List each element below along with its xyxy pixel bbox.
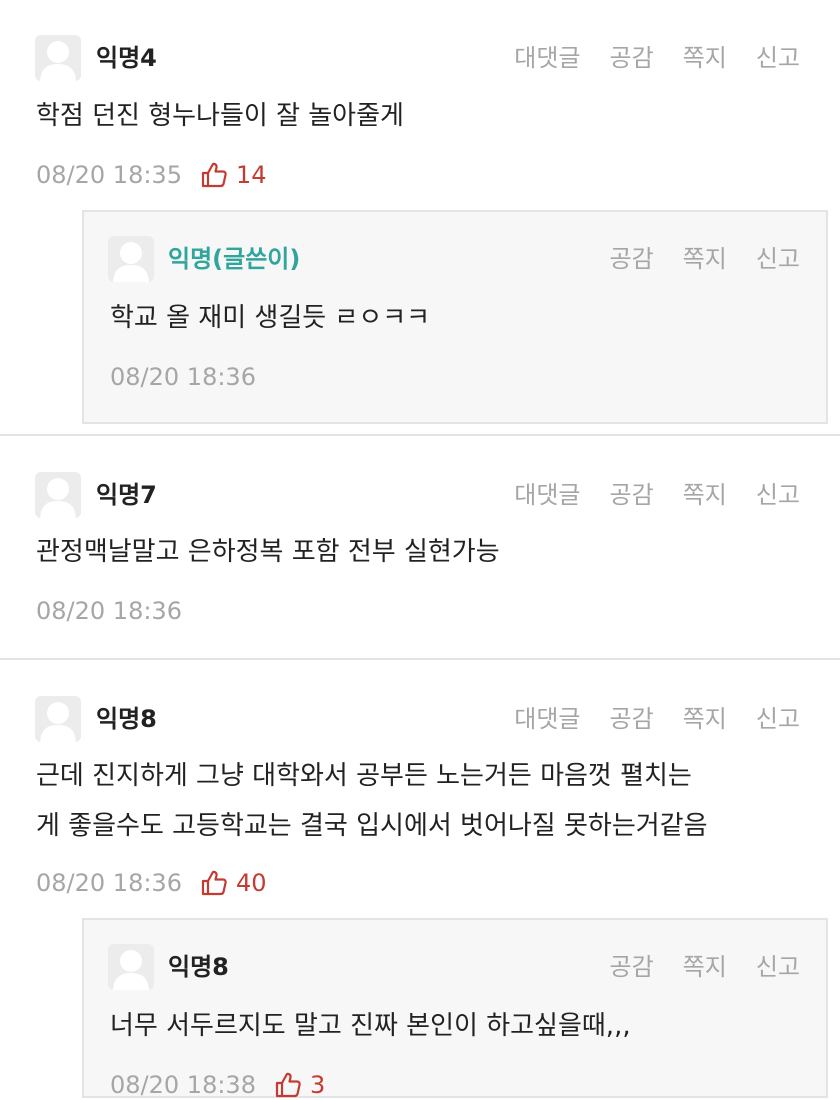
message-button[interactable]: 쪽지 — [683, 704, 727, 734]
reply-button[interactable]: 대댓글 — [514, 704, 580, 734]
comment-actions: 대댓글 공감 쪽지 신고 — [514, 43, 800, 73]
like-button[interactable]: 공감 — [609, 952, 653, 982]
reply-time: 08/20 18:38 — [110, 1071, 256, 1099]
reply-text: 너무 서두르지도 말고 진짜 본인이 하고싶을때,,, — [110, 1011, 631, 1041]
like-button[interactable]: 공감 — [609, 244, 653, 274]
user-avatar-icon — [35, 35, 81, 81]
comment-text: 학점 던진 형누나들이 잘 놀아줄게 — [36, 101, 404, 131]
comment-meta: 08/20 18:36 40 — [36, 868, 267, 898]
message-button[interactable]: 쪽지 — [683, 480, 727, 510]
comment-text-line: 게 좋을수도 고등학교는 결국 입시에서 벗어나질 못하는거같음 — [36, 811, 708, 841]
report-button[interactable]: 신고 — [756, 244, 800, 274]
reply-button[interactable]: 대댓글 — [514, 480, 580, 510]
report-button[interactable]: 신고 — [756, 952, 800, 982]
comment-time: 08/20 18:36 — [36, 869, 182, 897]
like-count[interactable]: 3 — [274, 1070, 325, 1100]
reply-actions: 공감 쪽지 신고 — [609, 952, 800, 982]
avatar[interactable] — [35, 35, 81, 81]
thumbs-up-icon — [200, 161, 228, 189]
reply-time: 08/20 18:36 — [110, 363, 256, 391]
comment-time: 08/20 18:36 — [36, 597, 182, 625]
reply-item: 익명8 공감 쪽지 신고 너무 서두르지도 말고 진짜 본인이 하고싶을때,,,… — [82, 918, 828, 1100]
reply-author[interactable]: 익명(글쓴이) — [168, 244, 300, 274]
reply-text: 학교 올 재미 생길듯 ㄹㅇㅋㅋ — [110, 303, 431, 333]
avatar[interactable] — [35, 472, 81, 518]
like-button[interactable]: 공감 — [609, 480, 653, 510]
like-button[interactable]: 공감 — [609, 43, 653, 73]
report-button[interactable]: 신고 — [756, 480, 800, 510]
reply-author[interactable]: 익명8 — [168, 952, 229, 982]
message-button[interactable]: 쪽지 — [683, 43, 727, 73]
reply-meta: 08/20 18:38 3 — [110, 1070, 325, 1100]
comment-actions: 대댓글 공감 쪽지 신고 — [514, 704, 800, 734]
report-button[interactable]: 신고 — [756, 43, 800, 73]
avatar[interactable] — [108, 236, 154, 282]
user-avatar-icon — [35, 472, 81, 518]
comment-author[interactable]: 익명7 — [96, 480, 157, 510]
like-count-value: 14 — [235, 161, 267, 189]
thumbs-up-icon — [200, 869, 228, 897]
message-button[interactable]: 쪽지 — [683, 952, 727, 982]
comment-text-line: 근데 진지하게 그냥 대학와서 공부든 노는거든 마음껏 펼치는 — [36, 761, 692, 791]
user-avatar-icon — [108, 236, 154, 282]
like-count[interactable]: 40 — [200, 868, 267, 898]
comment-meta: 08/20 18:35 14 — [36, 160, 267, 190]
comment-actions: 대댓글 공감 쪽지 신고 — [514, 480, 800, 510]
like-button[interactable]: 공감 — [609, 704, 653, 734]
avatar[interactable] — [35, 696, 81, 742]
like-count-value: 3 — [309, 1071, 326, 1099]
like-count[interactable]: 14 — [200, 160, 267, 190]
avatar[interactable] — [108, 944, 154, 990]
comment-divider — [0, 434, 840, 436]
message-button[interactable]: 쪽지 — [683, 244, 727, 274]
comment-author[interactable]: 익명4 — [96, 43, 157, 73]
comment-divider — [0, 658, 840, 660]
report-button[interactable]: 신고 — [756, 704, 800, 734]
comment-time: 08/20 18:35 — [36, 161, 182, 189]
user-avatar-icon — [108, 944, 154, 990]
comment-text: 관정맥날말고 은하정복 포함 전부 실현가능 — [36, 537, 500, 567]
thumbs-up-icon — [274, 1071, 302, 1099]
like-count-value: 40 — [235, 869, 267, 897]
comment-author[interactable]: 익명8 — [96, 704, 157, 734]
reply-actions: 공감 쪽지 신고 — [609, 244, 800, 274]
reply-item: 익명(글쓴이) 공감 쪽지 신고 학교 올 재미 생길듯 ㄹㅇㅋㅋ 08/20 … — [82, 210, 828, 424]
user-avatar-icon — [35, 696, 81, 742]
reply-button[interactable]: 대댓글 — [514, 43, 580, 73]
